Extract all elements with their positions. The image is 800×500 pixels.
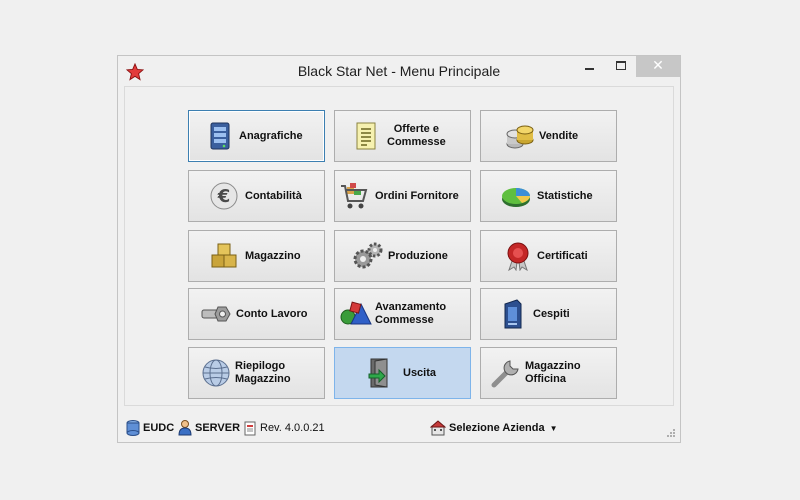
contabilita-button[interactable]: € Contabilità (188, 170, 325, 222)
main-window: Black Star Net - Menu Principale ✕ Anagr… (117, 55, 681, 443)
database-name: EUDC (143, 422, 175, 434)
conto-lavoro-button[interactable]: Conto Lavoro (188, 288, 325, 340)
bolt-nut-icon (199, 297, 233, 331)
title-bar[interactable]: Black Star Net - Menu Principale ✕ (118, 56, 680, 86)
wax-seal-icon (501, 239, 535, 273)
maximize-button[interactable] (604, 56, 632, 77)
company-selector-label: Selezione Azienda (449, 422, 545, 434)
euro-icon: € (207, 179, 241, 213)
magazzino-label: Magazzino (245, 249, 301, 262)
user-status: SERVER (178, 420, 240, 436)
riepilogo-magazzino-button[interactable]: Riepilogo Magazzino (188, 347, 325, 399)
certificati-label: Certificati (537, 249, 588, 262)
user-name: SERVER (195, 422, 241, 434)
document-icon (244, 421, 256, 436)
server-cabinet-icon (203, 119, 237, 153)
database-icon (126, 420, 140, 436)
produzione-button[interactable]: Produzione (334, 230, 471, 282)
uscita-button[interactable]: Uscita (334, 347, 471, 399)
chevron-down-icon: ▼ (549, 423, 558, 433)
uscita-label: Uscita (403, 366, 437, 379)
revision-text: Rev. 4.0.0.21 (260, 422, 325, 434)
close-button[interactable]: ✕ (636, 56, 680, 77)
resize-grip-icon[interactable] (666, 428, 676, 438)
globe-icon (199, 356, 233, 390)
ordini-fornitore-label: Ordini Fornitore (375, 189, 459, 202)
svg-text:€: € (217, 186, 231, 207)
magazzino-officina-button[interactable]: Magazzino Officina (480, 347, 617, 399)
company-icon (430, 420, 446, 436)
offerte-commesse-label: Offerte e Commesse (387, 123, 446, 148)
offerte-commesse-button[interactable]: Offerte e Commesse (334, 110, 471, 162)
document-list-icon (349, 119, 383, 153)
boxes-icon (207, 239, 241, 273)
gears-icon (351, 239, 385, 273)
certificati-button[interactable]: Certificati (480, 230, 617, 282)
conto-lavoro-label: Conto Lavoro (236, 307, 308, 320)
vendite-label: Vendite (539, 129, 579, 142)
status-bar: EUDC SERVER Rev. 4.0.0.21 Selezione Azie… (118, 414, 680, 442)
anagrafiche-label: Anagrafiche (239, 129, 303, 142)
produzione-label: Produzione (388, 249, 448, 262)
shapes-icon (339, 297, 373, 331)
cespiti-button[interactable]: Cespiti (480, 288, 617, 340)
anagrafiche-button[interactable]: Anagrafiche (188, 110, 325, 162)
database-status: EUDC (126, 420, 174, 436)
contabilita-label: Contabilità (245, 189, 302, 202)
coins-icon (503, 119, 537, 153)
magazzino-button[interactable]: Magazzino (188, 230, 325, 282)
riepilogo-magazzino-label: Riepilogo Magazzino (235, 360, 291, 385)
magazzino-officina-label: Magazzino Officina (525, 360, 581, 385)
menu-panel: Anagrafiche Offerte e Commesse Vendite €… (124, 86, 674, 406)
cespiti-label: Cespiti (533, 307, 570, 320)
vendite-button[interactable]: Vendite (480, 110, 617, 162)
user-icon (178, 420, 192, 436)
wrench-icon (489, 356, 523, 390)
exit-door-icon (363, 356, 397, 390)
statistiche-button[interactable]: Statistiche (480, 170, 617, 222)
minimize-button[interactable] (576, 56, 604, 77)
avanzamento-commesse-label: Avanzamento Commesse (375, 301, 447, 326)
company-selector[interactable]: Selezione Azienda ▼ (430, 420, 557, 436)
tower-device-icon (495, 297, 529, 331)
revision-status: Rev. 4.0.0.21 (243, 420, 325, 436)
statistiche-label: Statistiche (537, 189, 593, 202)
ordini-fornitore-button[interactable]: Ordini Fornitore (334, 170, 471, 222)
avanzamento-commesse-button[interactable]: Avanzamento Commesse (334, 288, 471, 340)
close-icon: ✕ (652, 58, 664, 74)
pie-chart-icon (499, 179, 533, 213)
shopping-cart-icon (337, 179, 371, 213)
